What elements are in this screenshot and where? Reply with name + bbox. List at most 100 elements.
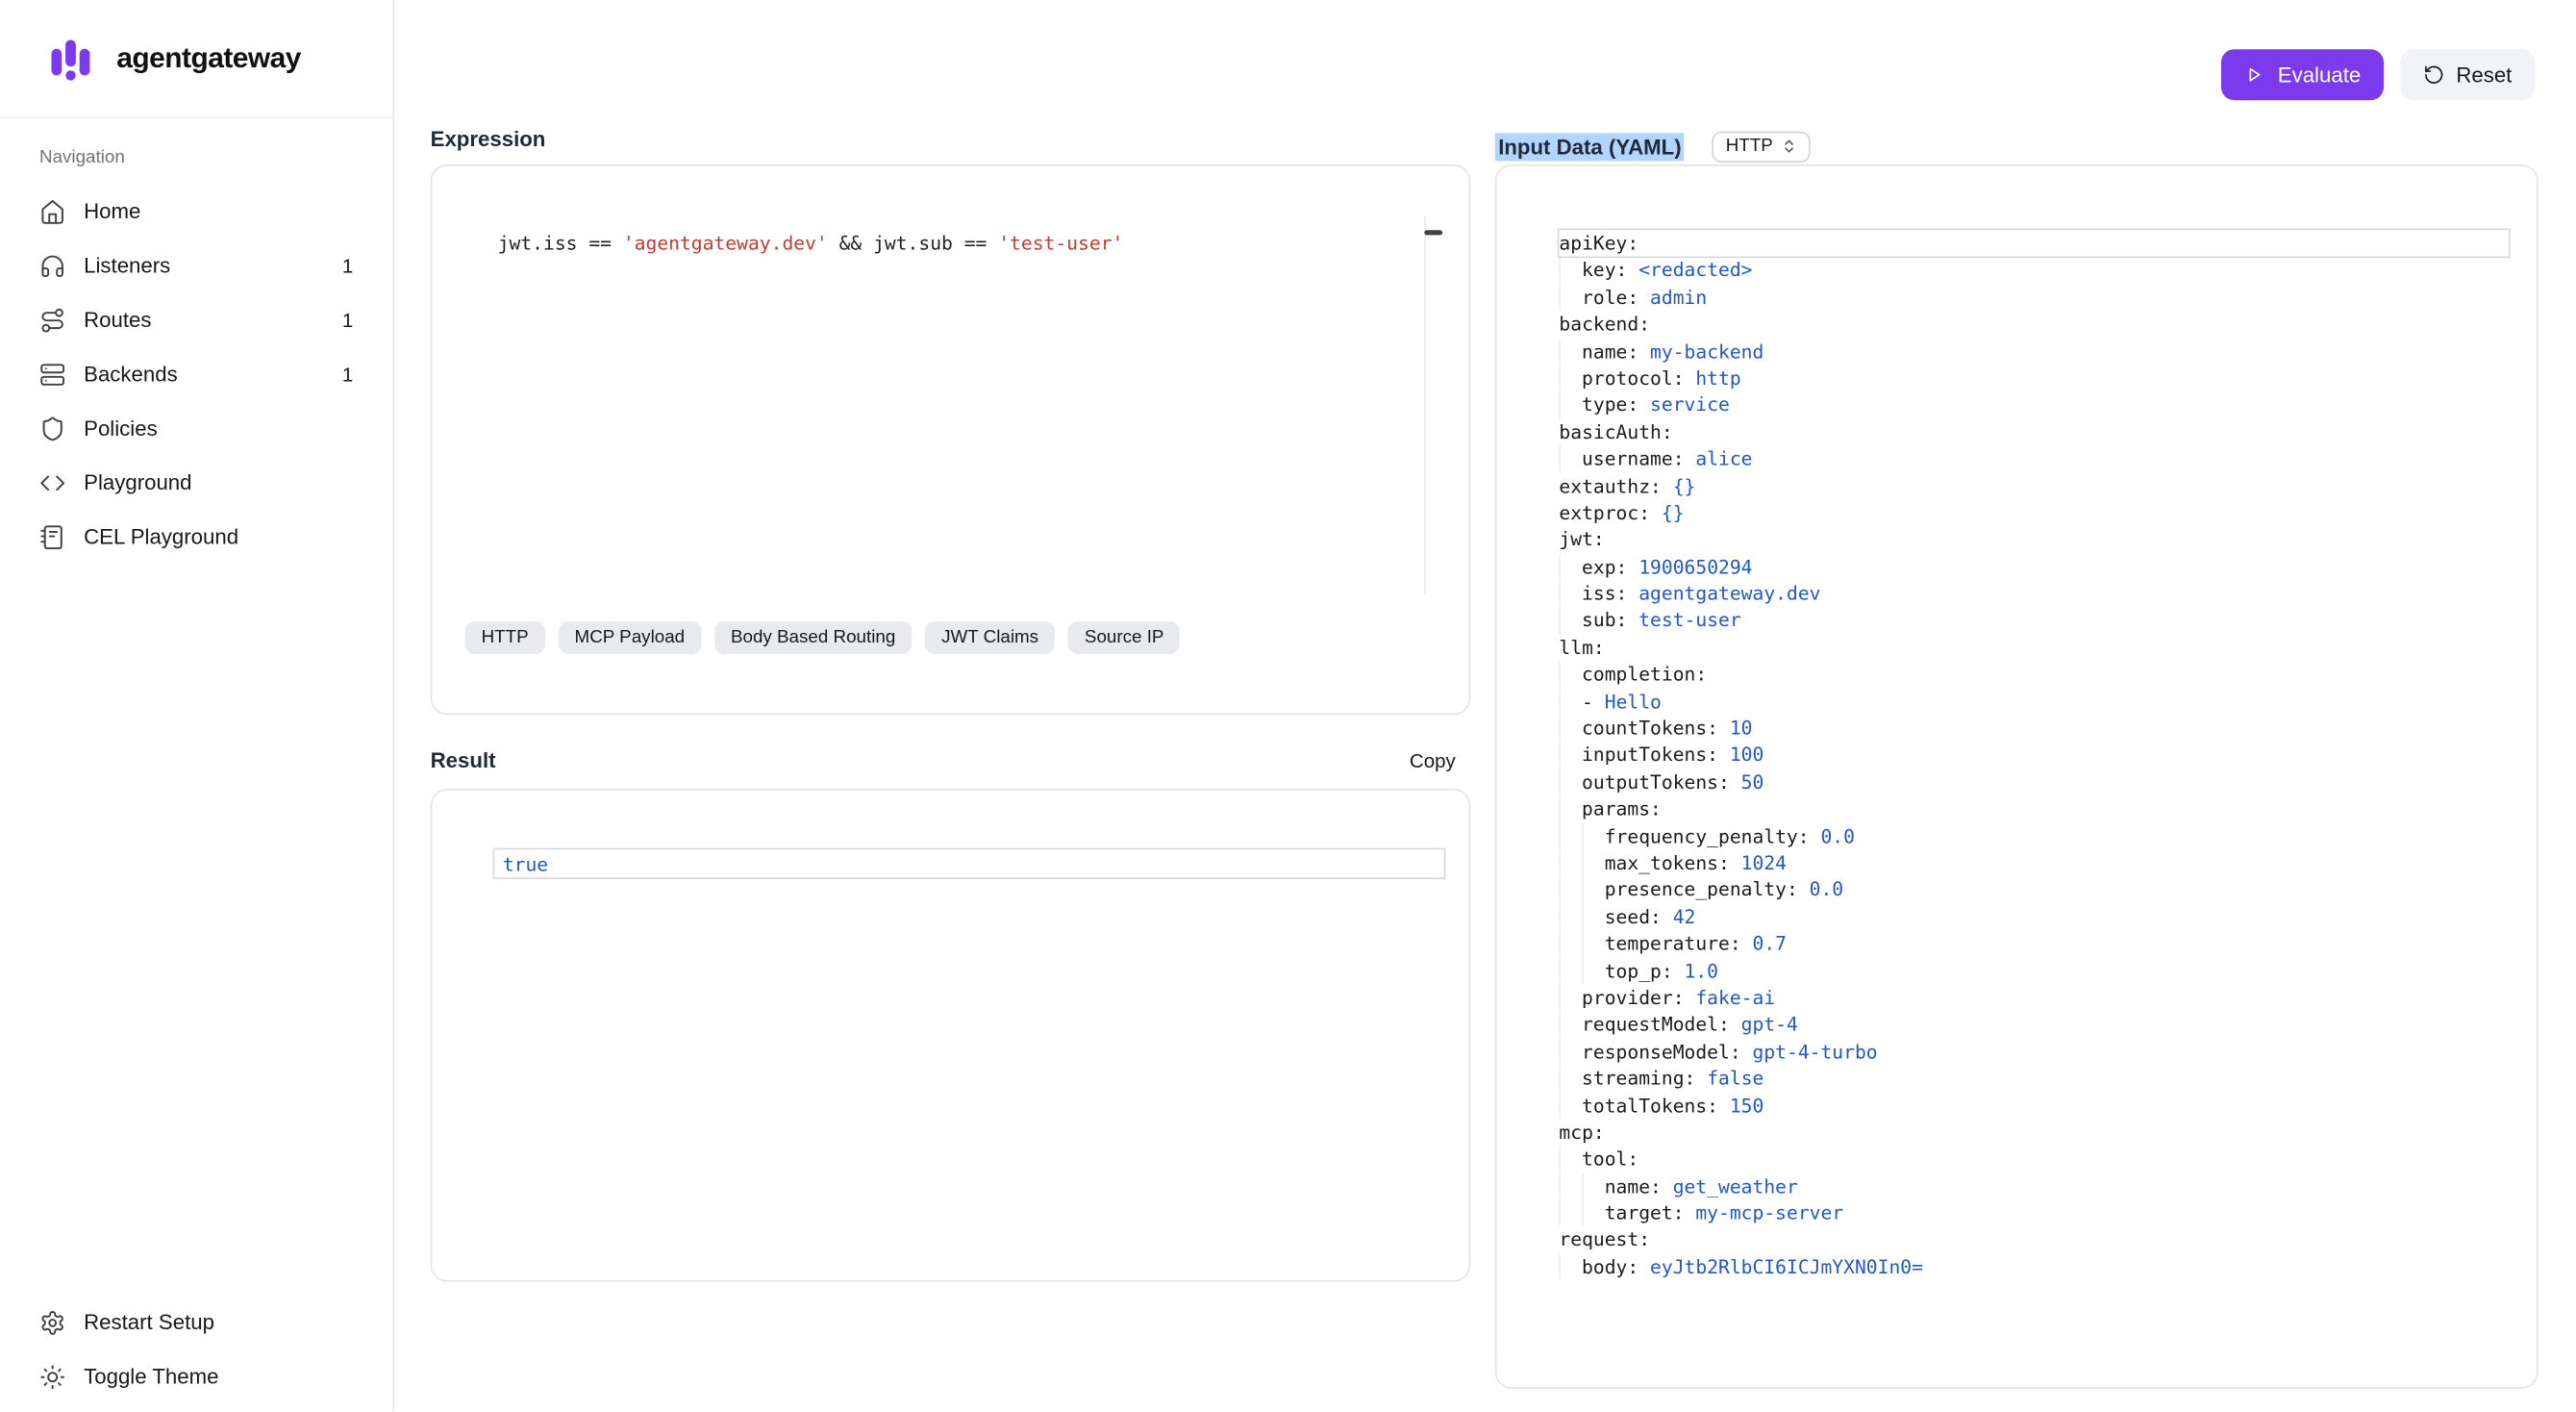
sidebar-item-label: Listeners xyxy=(84,253,324,278)
yaml-line: username: alice xyxy=(1559,445,2509,472)
expression-editor[interactable]: jwt.iss == 'agentgateway.dev' && jwt.sub… xyxy=(431,164,1471,715)
play-icon xyxy=(2245,64,2266,86)
notebook-icon xyxy=(39,523,65,549)
yaml-editor[interactable]: apiKey:key: <redacted>role: adminbackend… xyxy=(1496,166,2537,1281)
yaml-line: request: xyxy=(1559,1226,2509,1253)
input-data-header: Input Data (YAML) HTTP xyxy=(1495,128,2538,164)
chip-body-based-routing[interactable]: Body Based Routing xyxy=(714,621,913,654)
code-icon xyxy=(39,469,65,495)
yaml-line: name: my-backend xyxy=(1559,338,2509,365)
input-mode-select[interactable]: HTTP xyxy=(1713,131,1811,162)
yaml-line: backend: xyxy=(1559,311,2509,338)
editor-scrollbar-thumb[interactable] xyxy=(1424,230,1442,234)
sidebar-item-routes[interactable]: Routes1 xyxy=(39,292,353,346)
sidebar-item-badge: 1 xyxy=(342,254,353,277)
yaml-card: apiKey:key: <redacted>role: adminbackend… xyxy=(1495,164,2538,1389)
shield-icon xyxy=(39,415,65,441)
sidebar-item-label: Home xyxy=(84,199,335,224)
brand-name: agentgateway xyxy=(116,41,301,76)
input-mode-value: HTTP xyxy=(1726,137,1773,157)
copy-button[interactable]: Copy xyxy=(1410,749,1456,772)
yaml-line: basicAuth: xyxy=(1559,418,2509,445)
result-value: true xyxy=(503,852,548,875)
sidebar-item-policies[interactable]: Policies xyxy=(39,401,353,455)
sidebar-item-toggle-theme[interactable]: Toggle Theme xyxy=(39,1349,353,1403)
yaml-line: llm: xyxy=(1559,634,2509,661)
chevrons-up-down-icon xyxy=(1781,139,1797,155)
yaml-line: sub: test-user xyxy=(1559,607,2509,634)
sidebar-item-label: Restart Setup xyxy=(84,1310,335,1335)
expression-heading: Expression xyxy=(431,128,1471,151)
sun-icon xyxy=(39,1363,65,1389)
sidebar-item-label: Toggle Theme xyxy=(84,1364,335,1389)
result-value-line: true xyxy=(494,849,1444,877)
yaml-line: jwt: xyxy=(1559,526,2509,553)
result-viewer[interactable]: true xyxy=(431,789,1471,1282)
input-data-label: Input Data (YAML) xyxy=(1495,133,1685,161)
yaml-line: name: get_weather xyxy=(1559,1172,2509,1199)
expression-token: && jwt.sub == xyxy=(828,232,998,255)
app: agentgateway Navigation HomeListeners1Ro… xyxy=(0,0,2576,1412)
evaluate-button[interactable]: Evaluate xyxy=(2222,49,2384,100)
yaml-line: role: admin xyxy=(1559,284,2509,311)
sidebar-item-label: Playground xyxy=(84,470,335,495)
yaml-line: - Hello xyxy=(1559,688,2509,715)
gear-icon xyxy=(39,1309,65,1335)
editor-scrollbar-track xyxy=(1424,215,1426,595)
evaluate-button-label: Evaluate xyxy=(2278,63,2361,88)
logo[interactable]: agentgateway xyxy=(0,0,392,118)
content-columns: Expression jwt.iss == 'agentgateway.dev'… xyxy=(431,128,2538,1388)
expression-token: jwt.iss == xyxy=(498,232,623,255)
yaml-line: temperature: 0.7 xyxy=(1559,930,2509,957)
expression-code-line[interactable]: jwt.iss == 'agentgateway.dev' && jwt.sub… xyxy=(432,166,1468,257)
yaml-line: key: <redacted> xyxy=(1559,257,2509,284)
yaml-line: iss: agentgateway.dev xyxy=(1559,580,2509,607)
yaml-line: max_tokens: 1024 xyxy=(1559,849,2509,876)
agentgateway-logo-icon xyxy=(41,29,101,88)
yaml-line: frequency_penalty: 0.0 xyxy=(1559,822,2509,849)
expression-token: 'agentgateway.dev' xyxy=(623,232,828,255)
headphones-icon xyxy=(39,252,65,278)
yaml-line: inputTokens: 100 xyxy=(1559,742,2509,769)
reset-button-label: Reset xyxy=(2456,63,2512,88)
yaml-line: streaming: false xyxy=(1559,1065,2509,1092)
yaml-line: responseModel: gpt-4-turbo xyxy=(1559,1038,2509,1065)
sidebar-item-home[interactable]: Home xyxy=(39,184,353,238)
chip-jwt-claims[interactable]: JWT Claims xyxy=(925,621,1055,654)
sidebar-item-playground[interactable]: Playground xyxy=(39,455,353,509)
sidebar-item-restart-setup[interactable]: Restart Setup xyxy=(39,1295,353,1349)
yaml-line: params: xyxy=(1559,795,2509,822)
expression-chips: HTTP MCP Payload Body Based Routing JWT Cla… xyxy=(465,621,1181,654)
topbar-actions: Evaluate Reset xyxy=(2222,49,2536,100)
sidebar-item-label: CEL Playground xyxy=(84,524,335,549)
yaml-line: countTokens: 10 xyxy=(1559,715,2509,742)
yaml-line: mcp: xyxy=(1559,1119,2509,1146)
sidebar-item-backends[interactable]: Backends 1 xyxy=(39,347,353,401)
sidebar-item-cel-playground[interactable]: CEL Playground xyxy=(39,510,353,564)
yaml-line: type: service xyxy=(1559,391,2509,418)
yaml-line: body: eyJtb2RlbCI6ICJmYXN0In0= xyxy=(1559,1253,2509,1280)
yaml-line: completion: xyxy=(1559,661,2509,688)
yaml-line: target: my-mcp-server xyxy=(1559,1199,2509,1226)
sidebar-footer: Restart Setup Toggle Theme xyxy=(0,1295,392,1403)
chip-http[interactable]: HTTP xyxy=(465,621,545,654)
yaml-line: requestModel: gpt-4 xyxy=(1559,1011,2509,1038)
yaml-line: apiKey: xyxy=(1559,230,2509,257)
yaml-line: protocol: http xyxy=(1559,365,2509,391)
yaml-line: exp: 1900650294 xyxy=(1559,553,2509,580)
sidebar: agentgateway Navigation HomeListeners1Ro… xyxy=(0,0,394,1412)
result-heading: Result xyxy=(431,749,496,772)
chip-source-ip[interactable]: Source IP xyxy=(1068,621,1181,654)
sidebar-item-badge: 1 xyxy=(342,363,353,386)
chip-mcp-payload[interactable]: MCP Payload xyxy=(558,621,701,654)
reset-button[interactable]: Reset xyxy=(2400,49,2535,100)
sidebar-item-label: Backends xyxy=(84,362,324,387)
expression-panel: Expression jwt.iss == 'agentgateway.dev'… xyxy=(431,128,1471,1388)
sidebar-item-label: Routes xyxy=(84,307,324,332)
home-icon xyxy=(39,198,65,224)
route-icon xyxy=(39,307,65,333)
yaml-line: outputTokens: 50 xyxy=(1559,769,2509,795)
sidebar-item-listeners[interactable]: Listeners 1 xyxy=(39,239,353,292)
sidebar-nav: Home Listeners 1 Routes1 Backends 1 Policies Pl… xyxy=(39,184,353,564)
input-data-panel: Input Data (YAML) HTTP apiKey:key: <reda… xyxy=(1495,128,2538,1388)
